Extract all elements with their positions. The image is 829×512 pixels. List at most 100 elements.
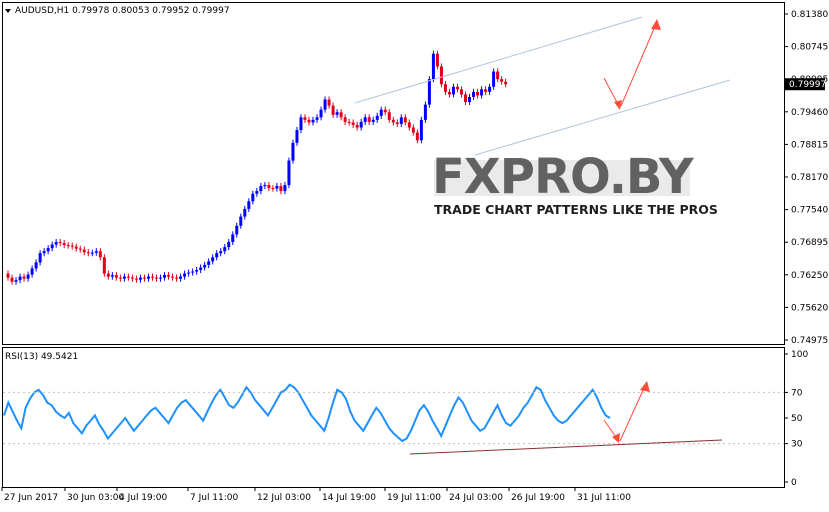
price-tick-label: 0.78815 [791, 140, 828, 150]
price-candle-body [175, 277, 179, 279]
price-candle-body [90, 252, 94, 254]
price-candle-body [130, 277, 134, 279]
price-candle-body [203, 264, 207, 268]
price-tick-label: 0.75620 [791, 303, 828, 313]
price-candle-body [118, 277, 122, 279]
price-candle-body [255, 191, 259, 194]
price-candle-body [42, 251, 46, 254]
price-candle-body [267, 185, 271, 189]
price-candle-body [375, 115, 379, 120]
price-candle-body [98, 251, 102, 258]
price-candle-body [359, 121, 363, 128]
price-tick-label: 0.80745 [791, 43, 828, 53]
time-tick-label: 31 Jul 11:00 [577, 493, 631, 503]
price-candle-body [187, 272, 191, 274]
price-candle-body [199, 267, 203, 271]
current-price-label: 0.79997 [789, 80, 826, 90]
price-candle-body [496, 71, 500, 80]
price-candle-body [207, 261, 211, 265]
price-candle-body [319, 109, 323, 118]
price-candle-body [138, 277, 142, 280]
price-tick-label: 0.77540 [791, 206, 828, 216]
price-candle-body [488, 86, 492, 92]
price-candle-body [443, 84, 447, 92]
price-tick-label: 0.81380 [791, 10, 828, 20]
time-tick-label: 7 Jul 11:00 [190, 493, 239, 503]
price-candle-body [383, 109, 387, 113]
price-candle-body [219, 251, 223, 254]
price-candle-body [323, 99, 327, 110]
price-candle-body [146, 276, 150, 279]
rsi-label: RSI(13) 49.5421 [5, 352, 78, 362]
price-candle-body [468, 96, 472, 103]
price-candle-body [363, 117, 367, 122]
price-candle-body [223, 247, 227, 252]
price-candle-body [46, 248, 50, 252]
price-candle-body [159, 277, 163, 279]
price-candle-body [435, 53, 439, 67]
price-candle-body [122, 276, 126, 279]
price-candle-body [66, 245, 70, 247]
price-candle-body [14, 280, 18, 282]
price-candle-body [235, 225, 239, 235]
rsi-tick-label: 0 [791, 478, 797, 488]
price-candle-body [94, 251, 98, 253]
price-axis: 0.813800.807450.800950.794600.788150.781… [784, 10, 828, 346]
price-candle-body [351, 122, 355, 125]
price-candle-body [18, 276, 22, 281]
price-candle-body [243, 208, 247, 217]
price-candle-body [303, 117, 307, 120]
price-candle-body [251, 193, 255, 202]
price-candle-body [484, 89, 488, 92]
price-candle-body [10, 277, 14, 282]
price-candle-body [22, 276, 26, 279]
time-tick-label: 27 Jun 2017 [4, 493, 58, 503]
price-candle-body [355, 124, 359, 128]
price-candle-body [126, 276, 130, 278]
price-candle-body [239, 216, 243, 226]
price-candle-body [427, 79, 431, 105]
rsi-panel-border [2, 347, 785, 488]
time-tick-label: 4 Jul 19:00 [119, 493, 168, 503]
price-candle-body [347, 121, 351, 123]
price-candle-body [411, 127, 415, 133]
price-candle-body [142, 277, 146, 279]
price-candle-body [275, 186, 279, 189]
price-tick-label: 0.78170 [791, 173, 828, 183]
price-candle-body [480, 89, 484, 96]
price-candle-body [399, 117, 403, 124]
price-candle-body [379, 109, 383, 116]
price-candle-body [58, 242, 62, 244]
watermark-logo: FXPRO.BY TRADE CHART PATTERNS LIKE THE P… [432, 149, 718, 217]
time-tick-label: 30 Jun 03:00 [67, 493, 124, 503]
price-candle-body [110, 275, 114, 277]
price-candle-body [150, 276, 154, 278]
rsi-tick-label: 100 [791, 350, 808, 360]
time-axis: 27 Jun 2017 30 Jun 03:004 Jul 19:00 7 Jul … [1, 487, 631, 503]
price-candle-body [171, 276, 175, 278]
price-candle-body [167, 275, 171, 277]
price-tick-label: 0.74975 [791, 336, 828, 346]
price-candle-body [387, 112, 391, 120]
price-candle-body [295, 130, 299, 143]
price-candle-body [431, 53, 435, 80]
price-candle-body [263, 185, 267, 187]
price-candle-body [183, 273, 187, 277]
price-candle-body [343, 117, 347, 122]
chart-window[interactable]: AUDUSD,H1 0.79978 0.80053 0.79952 0.7999… [0, 0, 829, 508]
price-candle-body [191, 271, 195, 273]
price-candle-body [78, 248, 82, 250]
chart-canvas: AUDUSD,H1 0.79978 0.80053 0.79952 0.7999… [1, 2, 828, 503]
price-tick-label: 0.79460 [791, 108, 828, 118]
price-candle-body [227, 242, 231, 248]
price-candle-body [403, 117, 407, 123]
price-candle-body [492, 71, 496, 87]
price-candle-body [74, 246, 78, 249]
price-candle-body [307, 119, 311, 123]
price-candle-body [335, 112, 339, 115]
price-candle-body [504, 81, 508, 85]
price-candle-body [291, 142, 295, 161]
price-candle-body [163, 275, 167, 278]
price-candle-body [327, 99, 331, 106]
price-candle-body [114, 275, 118, 278]
